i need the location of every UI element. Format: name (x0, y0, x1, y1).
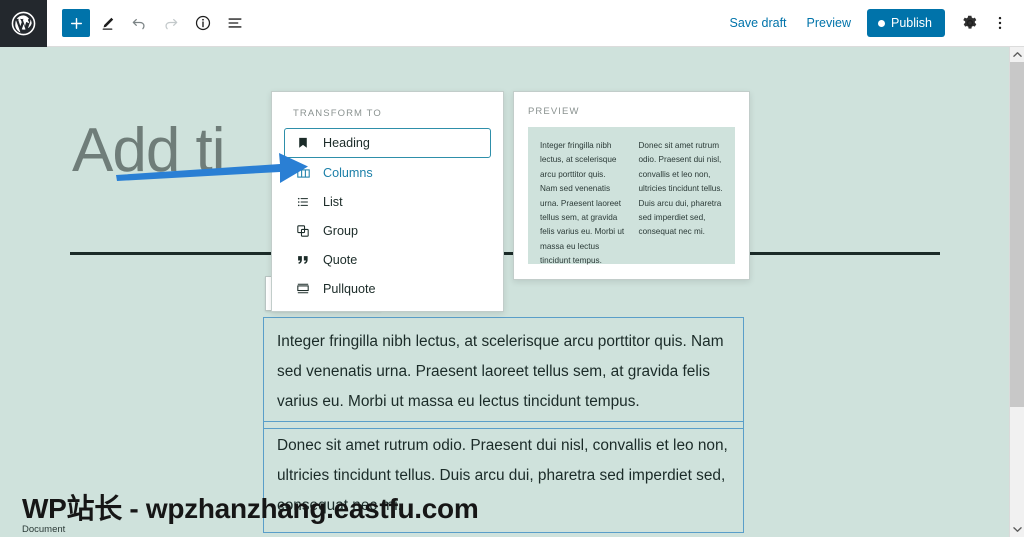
preview-button[interactable]: Preview (797, 10, 861, 36)
transform-option-heading[interactable]: Heading (284, 128, 491, 158)
transform-option-label: Columns (323, 166, 373, 180)
paragraph-block[interactable]: Integer fringilla nibh lectus, at sceler… (263, 317, 744, 429)
gear-icon[interactable] (955, 8, 985, 38)
top-bar-left-tools (62, 8, 250, 38)
transform-option-pullquote[interactable]: Pullquote (284, 275, 491, 303)
transform-option-label: Heading (323, 136, 370, 150)
info-circle-icon[interactable] (188, 8, 218, 38)
paragraph-text: Integer fringilla nibh lectus, at sceler… (277, 333, 724, 410)
preview-columns-layout: Integer fringilla nibh lectus, at sceler… (528, 127, 735, 266)
chevron-up-icon[interactable] (1010, 47, 1024, 62)
watermark-text: WP站长 - wpzhanzhang.eastfu.com (22, 493, 479, 524)
publish-button[interactable]: Publish (867, 9, 945, 37)
transform-option-group[interactable]: Group (284, 217, 491, 245)
transform-option-label: List (323, 195, 343, 209)
document-tab-label[interactable]: Document (22, 524, 65, 535)
scrollbar-track[interactable] (1010, 62, 1024, 522)
preview-column-right: Donec sit amet rutrum odio. Praesent dui… (638, 141, 723, 237)
preview-heading: Preview (528, 106, 580, 117)
undo-arrow-icon[interactable] (124, 8, 154, 38)
pullquote-icon (295, 281, 311, 297)
list-icon (295, 194, 311, 210)
transform-preview-popover: Preview Integer fringilla nibh lectus, a… (513, 91, 750, 280)
publish-button-label: Publish (891, 16, 932, 30)
redo-arrow-icon[interactable] (156, 8, 186, 38)
transform-option-label: Pullquote (323, 282, 376, 296)
more-vertical-icon[interactable] (985, 8, 1015, 38)
top-bar-right-tools: Save draft Preview Publish (720, 8, 1024, 38)
list-view-icon[interactable] (220, 8, 250, 38)
preview-column-left: Integer fringilla nibh lectus, at sceler… (540, 141, 625, 266)
publish-status-dot (878, 19, 885, 27)
separator-block[interactable] (70, 252, 940, 255)
editor-canvas: Add ti Integer fringilla nibh lectus, at… (0, 47, 1009, 537)
wordpress-logo-icon[interactable] (0, 0, 47, 47)
transform-option-list[interactable]: List (284, 188, 491, 216)
transform-option-quote[interactable]: Quote (284, 246, 491, 274)
transform-option-columns[interactable]: Columns (284, 159, 491, 187)
transform-to-heading: Transform to (293, 108, 382, 119)
chevron-down-icon[interactable] (1010, 522, 1024, 537)
pencil-icon[interactable] (92, 8, 122, 38)
transform-option-label: Group (323, 224, 359, 238)
columns-icon (295, 165, 311, 181)
scrollbar-thumb[interactable] (1010, 62, 1024, 407)
editor-top-bar: Save draft Preview Publish (0, 0, 1024, 47)
transform-to-popover: Transform to Heading Columns (271, 91, 504, 312)
add-block-button[interactable] (62, 9, 90, 37)
quote-marks-icon (295, 252, 311, 268)
post-title-placeholder[interactable]: Add ti (72, 120, 226, 182)
wordpress-block-editor: Save draft Preview Publish Add ti Intege… (0, 0, 1024, 537)
group-stack-icon (295, 223, 311, 239)
save-draft-button[interactable]: Save draft (720, 10, 797, 36)
transform-option-label: Quote (323, 253, 358, 267)
heading-bookmark-icon (295, 135, 311, 151)
vertical-scrollbar[interactable] (1009, 47, 1024, 537)
